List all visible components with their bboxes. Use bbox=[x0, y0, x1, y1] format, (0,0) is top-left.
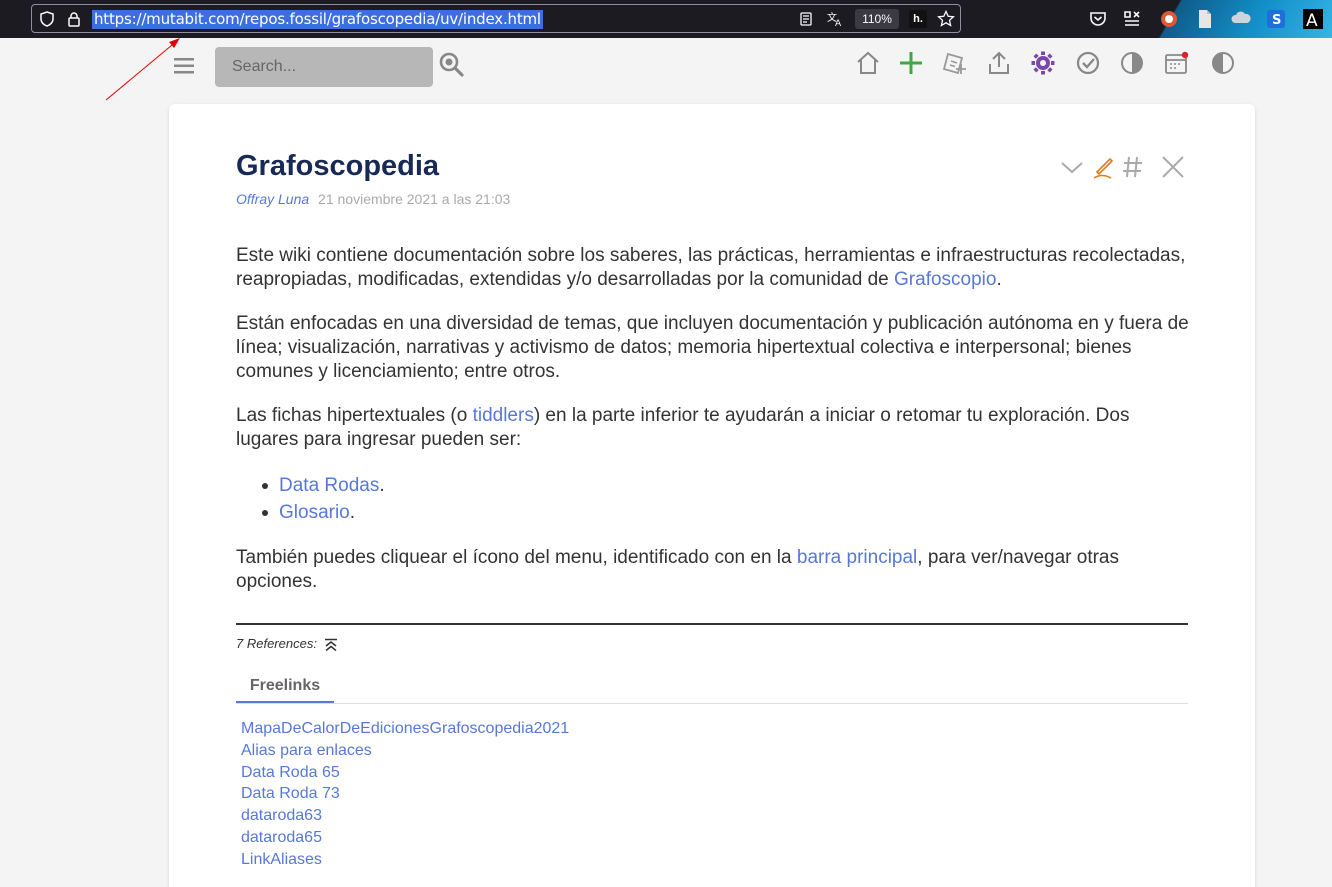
references-header: 7 References: bbox=[236, 636, 338, 652]
url-bar[interactable]: https://mutabit.com/repos.fossil/grafosc… bbox=[31, 4, 961, 33]
link-grafoscopio[interactable]: Grafoscopio bbox=[894, 269, 996, 290]
reader-view-icon[interactable] bbox=[798, 11, 814, 27]
freelink-item[interactable]: LinkAliases bbox=[241, 849, 569, 871]
tiddler-date: 21 noviembre 2021 a las 21:03 bbox=[318, 191, 511, 207]
tab-freelinks[interactable]: Freelinks bbox=[236, 670, 334, 704]
svg-text:A: A bbox=[1306, 11, 1318, 30]
duckduckgo-icon[interactable] bbox=[1158, 8, 1180, 30]
permalink-hash-icon[interactable] bbox=[1120, 154, 1146, 180]
paragraph-topics: Están enfocadas en una diversidad de tem… bbox=[236, 313, 1189, 382]
theme-contrast-icon[interactable] bbox=[1119, 50, 1145, 76]
font-extension-icon[interactable]: A bbox=[1302, 8, 1324, 30]
freelink-item[interactable]: dataroda63 bbox=[241, 805, 569, 827]
lock-icon[interactable] bbox=[66, 11, 82, 27]
home-icon[interactable] bbox=[855, 50, 881, 76]
paragraph-menu: También puedes cliquear el ícono del men… bbox=[236, 547, 1119, 592]
close-icon[interactable] bbox=[1160, 154, 1186, 180]
link-glosario[interactable]: Glosario bbox=[279, 502, 350, 523]
new-journal-icon[interactable] bbox=[942, 50, 968, 76]
tiddler-title: Grafoscopedia bbox=[236, 150, 440, 182]
tiddler-body: Este wiki contiene documentación sobre l… bbox=[236, 244, 1191, 614]
cloud-extension-icon[interactable] bbox=[1230, 8, 1252, 30]
references-label: 7 References: bbox=[236, 636, 317, 651]
freelink-item[interactable]: dataroda65 bbox=[241, 827, 569, 849]
bookmark-star-icon[interactable] bbox=[937, 10, 955, 28]
freelink-item[interactable]: Data Roda 65 bbox=[241, 762, 569, 784]
link-data-rodas[interactable]: Data Rodas bbox=[279, 475, 379, 496]
list-item: Data Rodas. bbox=[262, 472, 1191, 499]
browser-toolbar: https://mutabit.com/repos.fossil/grafosc… bbox=[0, 0, 1332, 38]
svg-text:S: S bbox=[1272, 13, 1281, 28]
export-upload-icon[interactable] bbox=[986, 50, 1012, 76]
extension-icon[interactable] bbox=[1121, 8, 1143, 30]
freelink-item[interactable]: MapaDeCalorDeEdicionesGrafoscopedia2021 bbox=[241, 718, 569, 740]
entry-points-list: Data Rodas. Glosario. bbox=[262, 472, 1191, 526]
svg-text:A: A bbox=[835, 19, 842, 28]
references-divider bbox=[236, 623, 1188, 625]
freelink-item[interactable]: Data Roda 73 bbox=[241, 783, 569, 805]
url-text[interactable]: https://mutabit.com/repos.fossil/grafosc… bbox=[92, 10, 543, 29]
freelink-item[interactable]: Alias para enlaces bbox=[241, 740, 569, 762]
document-extension-icon[interactable] bbox=[1194, 8, 1216, 30]
paragraph-tiddlers: Las fichas hipertextuales (o tiddlers) e… bbox=[236, 405, 1130, 450]
tab-divider bbox=[236, 703, 1188, 704]
shield-icon[interactable] bbox=[39, 11, 55, 27]
s-extension-icon[interactable]: S bbox=[1265, 8, 1287, 30]
edit-pencil-icon[interactable] bbox=[1091, 154, 1117, 180]
link-barra-principal[interactable]: barra principal bbox=[797, 547, 917, 568]
search-input[interactable] bbox=[215, 47, 433, 87]
list-item: Glosario. bbox=[262, 499, 1191, 526]
search-icon[interactable] bbox=[438, 51, 464, 77]
calendar-icon[interactable] bbox=[1163, 50, 1189, 76]
tiddler-card: Grafoscopedia Offray Luna 21 noviembre 2… bbox=[169, 104, 1255, 887]
gear-icon[interactable] bbox=[1030, 50, 1056, 76]
pocket-icon[interactable] bbox=[1087, 8, 1109, 30]
collapse-chevron-up-icon[interactable] bbox=[324, 638, 338, 652]
palette-contrast-icon[interactable] bbox=[1210, 50, 1236, 76]
paragraph-intro: Este wiki contiene documentación sobre l… bbox=[236, 245, 1186, 290]
new-tiddler-plus-icon[interactable] bbox=[898, 50, 924, 76]
check-circle-icon[interactable] bbox=[1075, 50, 1101, 76]
tiddler-subtitle: Offray Luna 21 noviembre 2021 a las 21:0… bbox=[236, 191, 510, 207]
link-tiddlers[interactable]: tiddlers bbox=[473, 405, 534, 426]
menu-hamburger-icon[interactable] bbox=[174, 57, 194, 75]
tiddler-more-chevron-down-icon[interactable] bbox=[1059, 154, 1085, 180]
zoom-level-badge[interactable]: 110% bbox=[855, 9, 899, 29]
tiddler-author-link[interactable]: Offray Luna bbox=[236, 191, 309, 207]
translate-icon[interactable]: 文 A bbox=[826, 10, 844, 28]
freelinks-list: MapaDeCalorDeEdicionesGrafoscopedia2021 … bbox=[241, 718, 569, 871]
hypothesis-extension-icon[interactable]: h. bbox=[909, 10, 927, 28]
